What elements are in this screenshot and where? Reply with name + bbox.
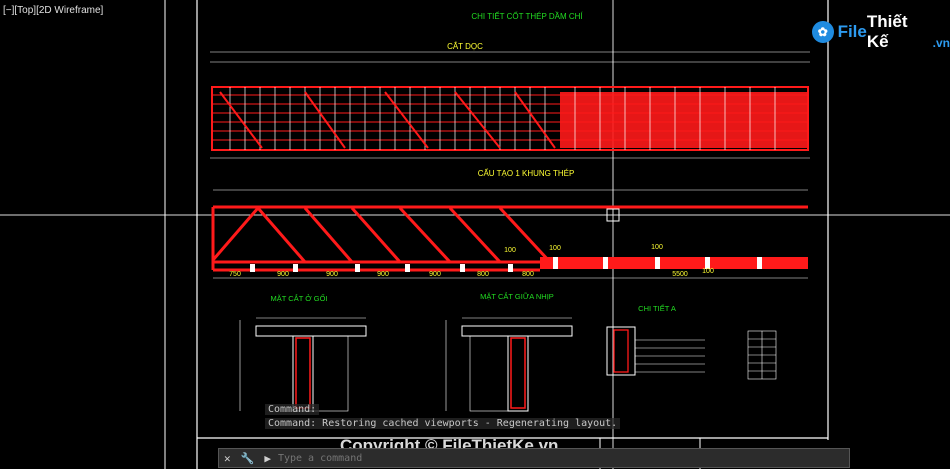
frame-dim: 750 — [229, 271, 241, 278]
wrench-icon[interactable]: 🔧 — [241, 452, 255, 465]
frame-dim: 900 — [377, 271, 389, 278]
section-support — [239, 317, 367, 412]
frame-dim: 800 — [477, 271, 489, 278]
frame-dim: 900 — [429, 271, 441, 278]
frame-mark: 100 — [504, 247, 516, 254]
logo-text-file: File — [837, 22, 867, 41]
command-prompt-icon[interactable]: ▶ — [264, 452, 271, 465]
section-mid — [445, 317, 573, 412]
steel-frame — [211, 189, 808, 279]
frame-mark: 100 — [651, 244, 663, 251]
site-logo: ✿ File Thiết Kế .vn — [812, 12, 950, 52]
command-input[interactable] — [275, 451, 849, 465]
drawing-canvas[interactable]: CHI TIẾT CỐT THÉP DẦM CHÍ CẮT DỌC CẤU TẠ… — [0, 0, 950, 469]
logo-text-domain: .vn — [932, 36, 950, 50]
long-section — [210, 51, 810, 159]
logo-text-thietke: Thiết Kế — [866, 12, 908, 51]
drawing-title: CHI TIẾT CỐT THÉP DẦM CHÍ — [471, 11, 583, 21]
command-history-line: Command: Restoring cached viewports - Re… — [265, 418, 621, 429]
section-support-title: MẶT CẮT Ở GỐI — [271, 293, 328, 303]
frame-title: CẤU TẠO 1 KHUNG THÉP — [478, 168, 575, 178]
frame-dim: 900 — [326, 271, 338, 278]
frame-mark: 100 — [549, 245, 561, 252]
frame-dim: 800 — [522, 271, 534, 278]
logo-icon: ✿ — [812, 21, 834, 43]
frame-dim: 900 — [277, 271, 289, 278]
section-long-title: CẮT DỌC — [447, 42, 483, 51]
section-mid-title: MẶT CẮT GIỮA NHỊP — [480, 292, 554, 301]
viewport-label[interactable]: [−][Top][2D Wireframe] — [3, 5, 103, 16]
frame-mark: 100 — [702, 268, 714, 275]
close-icon[interactable]: ✕ — [224, 452, 231, 465]
command-line[interactable]: ✕ 🔧 ▶ — [218, 448, 850, 468]
rebar-schedule-table — [747, 330, 777, 380]
detail-a — [606, 326, 705, 376]
command-history-line: Command: — [265, 404, 320, 415]
frame-dim: 5500 — [672, 271, 688, 278]
detail-a-title: CHI TIẾT A — [638, 303, 676, 313]
